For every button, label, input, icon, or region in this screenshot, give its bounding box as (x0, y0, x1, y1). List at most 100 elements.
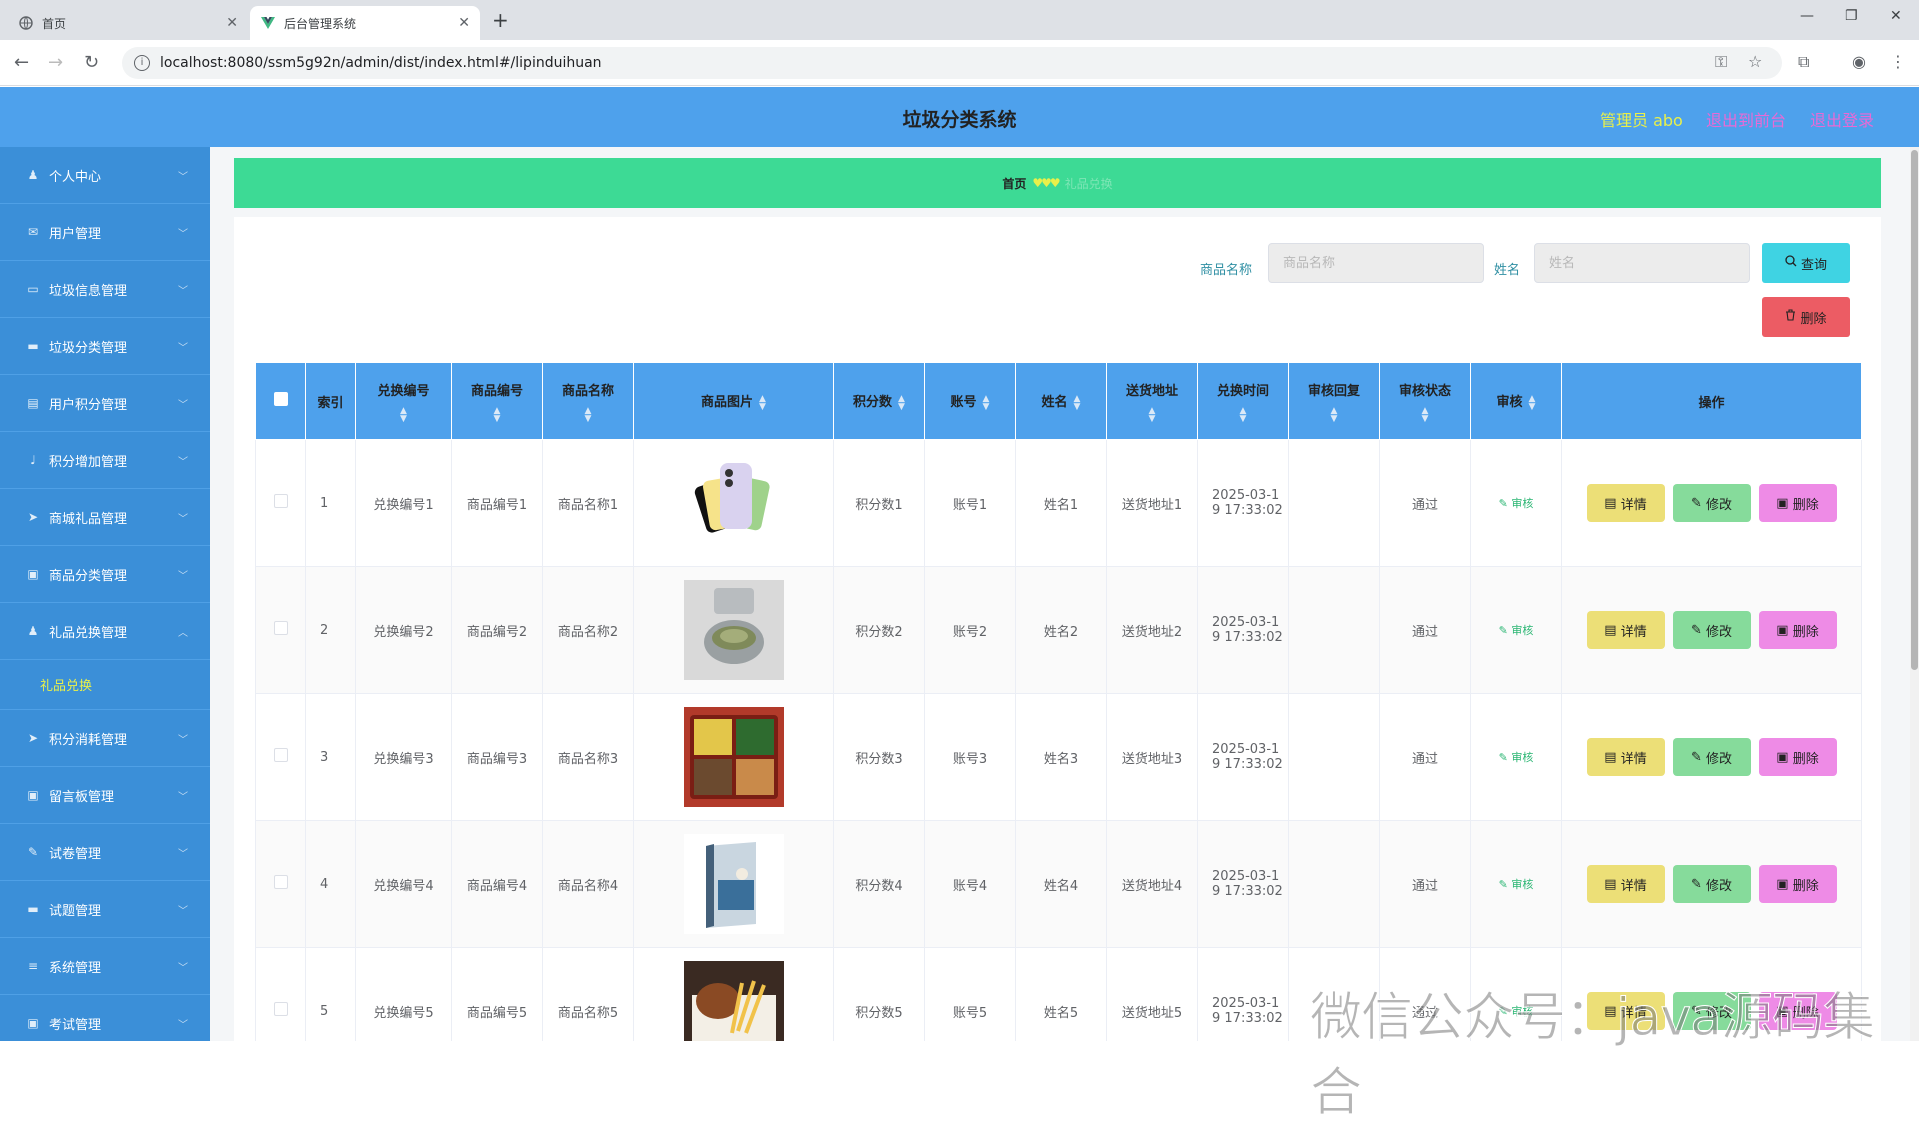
logout-link[interactable]: 退出登录 (1810, 107, 1874, 131)
product-name-input[interactable] (1268, 243, 1484, 283)
column-header[interactable]: 审核回复 ▲ ▼ (1288, 362, 1380, 440)
sidebar-item[interactable]: ➤ 积分消耗管理 ﹀ (0, 710, 210, 767)
sort-caret-icon[interactable]: ▲ ▼ (1202, 406, 1284, 423)
delete-button[interactable]: ▣ 删除 (1758, 865, 1837, 903)
column-header[interactable]: 兑换编号 ▲ ▼ (355, 362, 452, 440)
breadcrumb-home[interactable]: 首页 (1002, 175, 1026, 192)
audit-link[interactable]: ✎ 审核 (1499, 497, 1534, 510)
delete-button[interactable]: ▣ 删除 (1758, 484, 1837, 522)
document-icon: ▤ (27, 396, 39, 410)
detail-button[interactable]: ▤ 详情 (1586, 738, 1665, 776)
sidebar-item[interactable]: ♟ 个人中心 ﹀ (0, 147, 210, 204)
column-header[interactable]: 商品编号 ▲ ▼ (451, 362, 543, 440)
edit-button[interactable]: ✎ 修改 (1672, 484, 1751, 522)
sidebar-item[interactable]: ➤ 商城礼品管理 ﹀ (0, 489, 210, 546)
row-checkbox[interactable] (273, 1002, 288, 1016)
sidebar-item[interactable]: ▬ 试题管理 ﹀ (0, 881, 210, 938)
sidebar-item[interactable]: ♟ 礼品兑换管理 ︿ (0, 603, 210, 660)
audit-cell[interactable]: ✎ 审核 (1470, 693, 1562, 821)
chevron-down-icon: ﹀ (178, 399, 188, 411)
star-icon[interactable]: ☆ (1748, 52, 1762, 71)
name-input[interactable] (1534, 243, 1750, 283)
column-header[interactable]: 审核状态 ▲ ▼ (1379, 362, 1471, 440)
sort-caret-icon[interactable]: ▲ ▼ (1293, 406, 1375, 423)
audit-cell[interactable]: ✎ 审核 (1470, 820, 1562, 948)
extensions-icon[interactable]: ⧉ (1798, 52, 1809, 72)
browser-tab-admin[interactable]: 后台管理系统 ✕ (250, 6, 480, 40)
delete-button[interactable]: ▣ 删除 (1758, 738, 1837, 776)
row-checkbox[interactable] (273, 494, 288, 508)
detail-button[interactable]: ▤ 详情 (1586, 611, 1665, 649)
row-checkbox[interactable] (273, 621, 288, 635)
close-tab-icon[interactable]: ✕ (458, 15, 470, 31)
column-header[interactable]: 送货地址 ▲ ▼ (1106, 362, 1198, 440)
back-icon[interactable]: ← (14, 52, 29, 73)
product-name-label: 商品名称 (1200, 263, 1253, 278)
sort-caret-icon[interactable]: ▲ ▼ (456, 406, 538, 423)
key-icon[interactable]: ⚿ (1715, 52, 1727, 72)
detail-button[interactable]: ▤ 详情 (1586, 865, 1665, 903)
sort-caret-icon[interactable]: ▲ ▼ (1384, 406, 1466, 423)
menu-dots-icon[interactable]: ⋮ (1890, 52, 1906, 71)
browser-tab-home[interactable]: 首页 ✕ (8, 6, 248, 40)
profile-icon[interactable]: ◉ (1852, 52, 1866, 71)
edit-button[interactable]: ✎ 修改 (1672, 865, 1751, 903)
scrollbar-thumb[interactable] (1911, 150, 1918, 670)
detail-button[interactable]: ▤ 详情 (1586, 484, 1665, 522)
audit-link[interactable]: ✎ 审核 (1499, 878, 1534, 891)
sidebar-item-label: 积分增加管理 (49, 454, 128, 470)
sort-caret-icon[interactable]: ▲ ▼ (1529, 394, 1536, 411)
row-checkbox[interactable] (273, 875, 288, 889)
sidebar-item[interactable]: ♩ 积分增加管理 ﹀ (0, 432, 210, 489)
sort-caret-icon[interactable]: ▲ ▼ (1074, 394, 1081, 411)
sidebar-item[interactable]: ≡ 系统管理 ﹀ (0, 938, 210, 995)
sort-caret-icon[interactable]: ▲ ▼ (547, 406, 629, 423)
sort-caret-icon[interactable]: ▲ ▼ (898, 394, 905, 411)
sidebar-item[interactable]: ▤ 用户积分管理 ﹀ (0, 375, 210, 432)
sidebar-item[interactable]: ▣ 留言板管理 ﹀ (0, 767, 210, 824)
sidebar-item[interactable]: ✉ 用户管理 ﹀ (0, 204, 210, 261)
sort-caret-icon[interactable]: ▲ ▼ (983, 394, 990, 411)
url-field[interactable]: i localhost:8080/ssm5g92n/admin/dist/ind… (122, 47, 1782, 79)
chevron-down-icon: ﹀ (178, 171, 188, 183)
site-info-icon[interactable]: i (134, 55, 150, 71)
column-header[interactable]: 商品名称 ▲ ▼ (542, 362, 634, 440)
column-header[interactable]: 兑换时间 ▲ ▼ (1197, 362, 1289, 440)
sidebar-item[interactable]: ✎ 试卷管理 ﹀ (0, 824, 210, 881)
sidebar-item[interactable]: ▣ 考试管理 ﹀ (0, 995, 210, 1041)
sort-caret-icon[interactable]: ▲ ▼ (360, 406, 447, 423)
edit-button[interactable]: ✎ 修改 (1672, 611, 1751, 649)
close-window-icon[interactable]: ✕ (1890, 8, 1902, 24)
audit-link[interactable]: ✎ 审核 (1499, 751, 1534, 764)
sort-caret-icon[interactable]: ▲ ▼ (759, 394, 766, 411)
select-all-checkbox[interactable] (273, 392, 288, 406)
column-header[interactable]: 审核 ▲ ▼ (1470, 362, 1562, 440)
column-header[interactable]: 商品图片 ▲ ▼ (633, 362, 834, 440)
audit-cell[interactable]: ✎ 审核 (1470, 439, 1562, 567)
restore-icon[interactable]: ❐ (1845, 8, 1858, 24)
sidebar-item-label: 系统管理 (49, 960, 102, 976)
forward-icon[interactable]: → (48, 52, 63, 73)
minimize-icon[interactable]: — (1800, 8, 1814, 24)
column-header[interactable]: 账号 ▲ ▼ (924, 362, 1016, 440)
close-tab-icon[interactable]: ✕ (226, 15, 238, 31)
to-front-link[interactable]: 退出到前台 (1706, 107, 1786, 131)
query-button[interactable]: 查询 (1762, 243, 1850, 283)
audit-cell[interactable]: ✎ 审核 (1470, 566, 1562, 694)
batch-delete-button[interactable]: 删除 (1762, 297, 1850, 337)
column-header[interactable]: 姓名 ▲ ▼ (1015, 362, 1107, 440)
reload-icon[interactable]: ↻ (84, 52, 99, 73)
sidebar-item[interactable]: ▣ 商品分类管理 ﹀ (0, 546, 210, 603)
url-text: localhost:8080/ssm5g92n/admin/dist/index… (160, 55, 602, 71)
sidebar-subitem-active[interactable]: 礼品兑换 (0, 660, 210, 710)
sidebar-item[interactable]: ▭ 垃圾信息管理 ﹀ (0, 261, 210, 318)
edit-button[interactable]: ✎ 修改 (1672, 738, 1751, 776)
delete-button[interactable]: ▣ 删除 (1758, 611, 1837, 649)
row-checkbox[interactable] (273, 748, 288, 762)
sort-caret-icon[interactable]: ▲ ▼ (1111, 406, 1193, 423)
audit-link[interactable]: ✎ 审核 (1499, 624, 1534, 637)
sidebar-item[interactable]: ▬ 垃圾分类管理 ﹀ (0, 318, 210, 375)
column-header[interactable]: 积分数 ▲ ▼ (833, 362, 925, 440)
new-tab-icon[interactable]: + (492, 8, 509, 32)
cell-name: 姓名2 (1015, 566, 1107, 694)
